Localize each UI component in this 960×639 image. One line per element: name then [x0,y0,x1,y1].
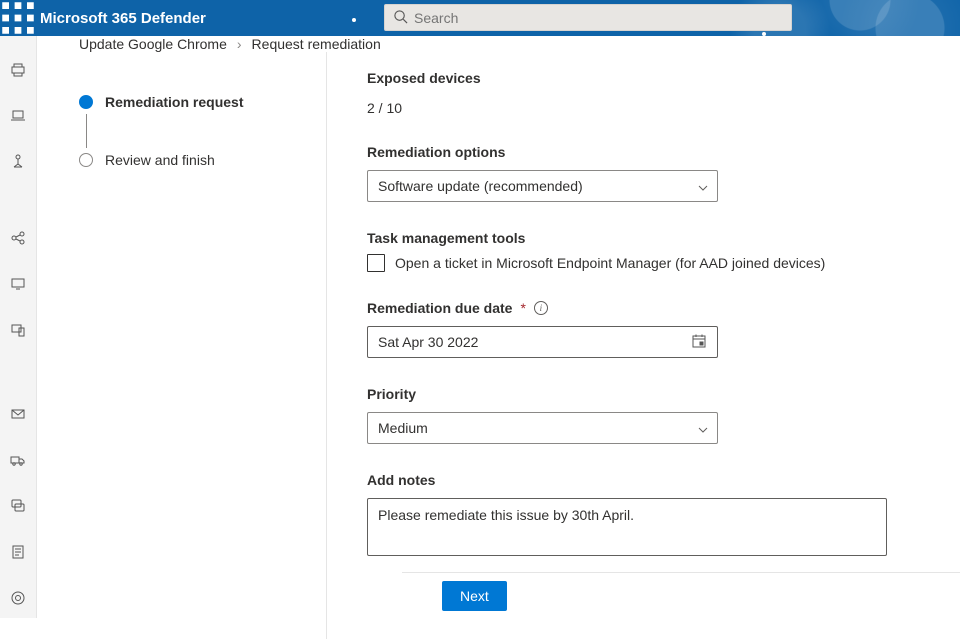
nav-icon-delivery[interactable] [9,452,27,468]
step-review-and-finish[interactable]: Review and finish [79,150,302,170]
step-label: Remediation request [105,94,243,110]
wizard-steps: Remediation request Review and finish [37,52,326,639]
app-launcher-icon[interactable] [0,0,36,36]
priority-select[interactable]: Medium [367,412,718,444]
priority-label: Priority [367,386,960,402]
nav-icon-mail[interactable] [9,406,27,422]
info-icon[interactable]: i [534,301,548,315]
add-notes-label: Add notes [367,472,960,488]
remediation-options-label: Remediation options [367,144,960,160]
nav-icon-chat[interactable] [9,498,27,514]
step-bullet-icon [79,153,93,167]
left-nav-rail [0,36,37,618]
nav-icon-report[interactable] [9,544,27,560]
calendar-icon [691,333,707,352]
nav-icon-laptop[interactable] [9,108,27,124]
nav-icon-devices[interactable] [9,322,27,338]
breadcrumb-item-2: Request remediation [252,36,381,52]
nav-icon-target[interactable] [9,590,27,606]
exposed-devices-value: 2 / 10 [367,100,960,116]
nav-icon-monitor[interactable] [9,276,27,292]
notes-textarea[interactable] [367,498,887,556]
breadcrumb: Update Google Chrome › Request remediati… [37,36,960,52]
wizard-footer: Next [402,572,960,618]
task-management-tools-label: Task management tools [367,230,960,246]
exposed-devices-label: Exposed devices [367,70,960,86]
remediation-options-select[interactable]: Software update (recommended) [367,170,718,202]
nav-icon-share[interactable] [9,230,27,246]
select-value: Medium [378,420,428,436]
due-date-value: Sat Apr 30 2022 [378,334,478,350]
global-search[interactable] [384,4,792,31]
required-asterisk: * [520,300,525,316]
chevron-down-icon [697,423,707,433]
decorative-dot [352,18,356,22]
nav-icon-device-print[interactable] [9,62,27,78]
breadcrumb-item-1[interactable]: Update Google Chrome [79,36,227,52]
search-input[interactable] [414,10,783,26]
search-icon [393,9,408,27]
next-button[interactable]: Next [442,581,507,611]
remediation-form: Exposed devices 2 / 10 Remediation optio… [327,52,960,639]
nav-icon-share-point[interactable] [9,154,27,170]
step-connector [86,114,87,148]
step-bullet-active-icon [79,95,93,109]
open-ticket-label: Open a ticket in Microsoft Endpoint Mana… [395,255,825,271]
step-remediation-request[interactable]: Remediation request [79,92,302,112]
open-ticket-checkbox[interactable] [367,254,385,272]
due-date-input[interactable]: Sat Apr 30 2022 [367,326,718,358]
chevron-down-icon [697,181,707,191]
step-label: Review and finish [105,152,215,168]
main-panel: Update Google Chrome › Request remediati… [37,36,960,618]
due-date-label: Remediation due date [367,300,512,316]
chevron-right-icon: › [237,36,242,52]
app-header: Microsoft 365 Defender [0,0,960,36]
product-title: Microsoft 365 Defender [40,10,206,27]
select-value: Software update (recommended) [378,178,583,194]
